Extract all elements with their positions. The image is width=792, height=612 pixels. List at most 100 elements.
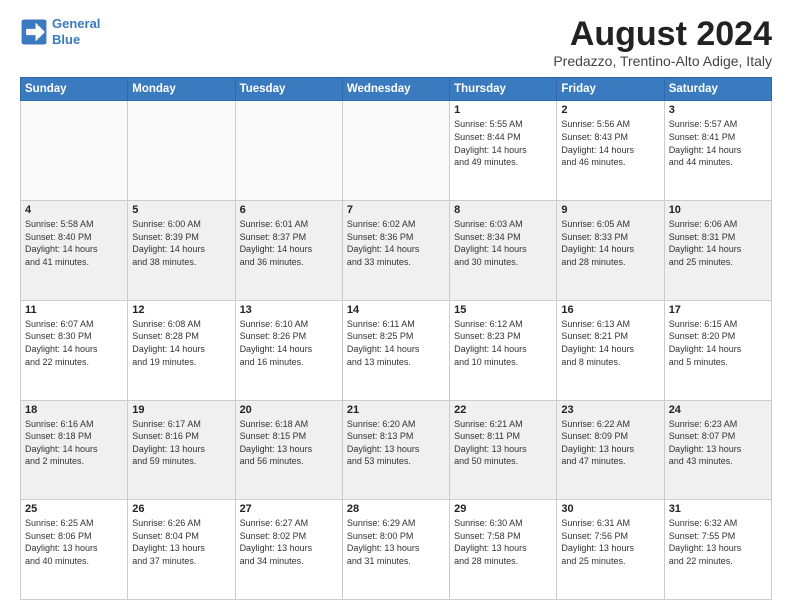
day-number: 28	[347, 503, 445, 515]
calendar-cell: 24 Sunrise: 6:23 AM Sunset: 8:07 PM Dayli…	[664, 400, 771, 500]
calendar-cell: 11 Sunrise: 6:07 AM Sunset: 8:30 PM Dayli…	[21, 300, 128, 400]
col-sunday: Sunday	[21, 78, 128, 101]
day-number: 5	[132, 204, 230, 216]
day-info: Sunrise: 6:00 AM Sunset: 8:39 PM Dayligh…	[132, 218, 230, 268]
calendar-cell: 6 Sunrise: 6:01 AM Sunset: 8:37 PM Daylig…	[235, 201, 342, 301]
day-info: Sunrise: 6:07 AM Sunset: 8:30 PM Dayligh…	[25, 318, 123, 368]
col-thursday: Thursday	[450, 78, 557, 101]
calendar-cell: 3Sunrise: 5:57 AM Sunset: 8:41 PM Daylig…	[664, 101, 771, 201]
calendar-cell: 10Sunrise: 6:06 AM Sunset: 8:31 PM Dayli…	[664, 201, 771, 301]
calendar-cell	[342, 101, 449, 201]
day-number: 25	[25, 503, 123, 515]
calendar-week-0: 1Sunrise: 5:55 AM Sunset: 8:44 PM Daylig…	[21, 101, 772, 201]
day-number: 17	[669, 304, 767, 316]
col-saturday: Saturday	[664, 78, 771, 101]
day-info: Sunrise: 6:15 AM Sunset: 8:20 PM Dayligh…	[669, 318, 767, 368]
header: General Blue August 2024 Predazzo, Trent…	[20, 16, 772, 69]
calendar-cell: 29 Sunrise: 6:30 AM Sunset: 7:58 PM Dayli…	[450, 500, 557, 600]
logo-text: General Blue	[52, 16, 100, 47]
calendar-cell: 19Sunrise: 6:17 AM Sunset: 8:16 PM Dayli…	[128, 400, 235, 500]
logo-icon	[20, 18, 48, 46]
calendar-cell: 18 Sunrise: 6:16 AM Sunset: 8:18 PM Dayli…	[21, 400, 128, 500]
calendar-cell: 13 Sunrise: 6:10 AM Sunset: 8:26 PM Dayli…	[235, 300, 342, 400]
day-number: 12	[132, 304, 230, 316]
col-tuesday: Tuesday	[235, 78, 342, 101]
calendar-cell: 8Sunrise: 6:03 AM Sunset: 8:34 PM Daylig…	[450, 201, 557, 301]
day-info: Sunrise: 6:18 AM Sunset: 8:15 PM Dayligh…	[240, 418, 338, 468]
calendar-cell: 20 Sunrise: 6:18 AM Sunset: 8:15 PM Dayli…	[235, 400, 342, 500]
day-info: Sunrise: 6:17 AM Sunset: 8:16 PM Dayligh…	[132, 418, 230, 468]
calendar-cell: 7 Sunrise: 6:02 AM Sunset: 8:36 PM Daylig…	[342, 201, 449, 301]
calendar-cell: 31 Sunrise: 6:32 AM Sunset: 7:55 PM Dayli…	[664, 500, 771, 600]
day-info: Sunrise: 6:01 AM Sunset: 8:37 PM Dayligh…	[240, 218, 338, 268]
calendar-week-2: 11 Sunrise: 6:07 AM Sunset: 8:30 PM Dayli…	[21, 300, 772, 400]
calendar-cell: 25 Sunrise: 6:25 AM Sunset: 8:06 PM Dayli…	[21, 500, 128, 600]
day-number: 24	[669, 404, 767, 416]
day-number: 30	[561, 503, 659, 515]
calendar-cell: 21Sunrise: 6:20 AM Sunset: 8:13 PM Dayli…	[342, 400, 449, 500]
day-info: Sunrise: 6:22 AM Sunset: 8:09 PM Dayligh…	[561, 418, 659, 468]
day-number: 13	[240, 304, 338, 316]
calendar-cell	[21, 101, 128, 201]
day-number: 11	[25, 304, 123, 316]
calendar-cell: 22Sunrise: 6:21 AM Sunset: 8:11 PM Dayli…	[450, 400, 557, 500]
calendar-cell: 1Sunrise: 5:55 AM Sunset: 8:44 PM Daylig…	[450, 101, 557, 201]
calendar-cell: 26Sunrise: 6:26 AM Sunset: 8:04 PM Dayli…	[128, 500, 235, 600]
day-info: Sunrise: 6:30 AM Sunset: 7:58 PM Dayligh…	[454, 517, 552, 567]
day-number: 9	[561, 204, 659, 216]
day-info: Sunrise: 6:12 AM Sunset: 8:23 PM Dayligh…	[454, 318, 552, 368]
calendar-cell: 5 Sunrise: 6:00 AM Sunset: 8:39 PM Daylig…	[128, 201, 235, 301]
day-info: Sunrise: 6:03 AM Sunset: 8:34 PM Dayligh…	[454, 218, 552, 268]
calendar-cell	[128, 101, 235, 201]
calendar-cell: 27 Sunrise: 6:27 AM Sunset: 8:02 PM Dayli…	[235, 500, 342, 600]
day-info: Sunrise: 6:23 AM Sunset: 8:07 PM Dayligh…	[669, 418, 767, 468]
day-number: 31	[669, 503, 767, 515]
logo-line1: General	[52, 16, 100, 31]
title-block: August 2024 Predazzo, Trentino-Alto Adig…	[553, 16, 772, 69]
page: General Blue August 2024 Predazzo, Trent…	[0, 0, 792, 612]
day-info: Sunrise: 6:02 AM Sunset: 8:36 PM Dayligh…	[347, 218, 445, 268]
day-info: Sunrise: 6:29 AM Sunset: 8:00 PM Dayligh…	[347, 517, 445, 567]
day-number: 16	[561, 304, 659, 316]
day-info: Sunrise: 6:08 AM Sunset: 8:28 PM Dayligh…	[132, 318, 230, 368]
day-info: Sunrise: 6:06 AM Sunset: 8:31 PM Dayligh…	[669, 218, 767, 268]
day-number: 15	[454, 304, 552, 316]
day-number: 18	[25, 404, 123, 416]
col-monday: Monday	[128, 78, 235, 101]
calendar-table: Sunday Monday Tuesday Wednesday Thursday…	[20, 77, 772, 600]
day-number: 6	[240, 204, 338, 216]
day-number: 27	[240, 503, 338, 515]
day-number: 2	[561, 104, 659, 116]
day-info: Sunrise: 5:56 AM Sunset: 8:43 PM Dayligh…	[561, 118, 659, 168]
calendar-week-4: 25 Sunrise: 6:25 AM Sunset: 8:06 PM Dayli…	[21, 500, 772, 600]
day-number: 23	[561, 404, 659, 416]
calendar-cell: 12 Sunrise: 6:08 AM Sunset: 8:28 PM Dayli…	[128, 300, 235, 400]
calendar-cell	[235, 101, 342, 201]
calendar-week-1: 4Sunrise: 5:58 AM Sunset: 8:40 PM Daylig…	[21, 201, 772, 301]
calendar-week-3: 18 Sunrise: 6:16 AM Sunset: 8:18 PM Dayli…	[21, 400, 772, 500]
day-info: Sunrise: 6:13 AM Sunset: 8:21 PM Dayligh…	[561, 318, 659, 368]
calendar-cell: 2 Sunrise: 5:56 AM Sunset: 8:43 PM Daylig…	[557, 101, 664, 201]
day-number: 1	[454, 104, 552, 116]
month-title: August 2024	[553, 16, 772, 53]
calendar-cell: 14Sunrise: 6:11 AM Sunset: 8:25 PM Dayli…	[342, 300, 449, 400]
day-info: Sunrise: 6:25 AM Sunset: 8:06 PM Dayligh…	[25, 517, 123, 567]
day-number: 7	[347, 204, 445, 216]
calendar-cell: 28 Sunrise: 6:29 AM Sunset: 8:00 PM Dayli…	[342, 500, 449, 600]
day-info: Sunrise: 6:16 AM Sunset: 8:18 PM Dayligh…	[25, 418, 123, 468]
day-info: Sunrise: 6:11 AM Sunset: 8:25 PM Dayligh…	[347, 318, 445, 368]
location-subtitle: Predazzo, Trentino-Alto Adige, Italy	[553, 53, 772, 69]
day-number: 4	[25, 204, 123, 216]
calendar-cell: 9 Sunrise: 6:05 AM Sunset: 8:33 PM Daylig…	[557, 201, 664, 301]
day-info: Sunrise: 6:27 AM Sunset: 8:02 PM Dayligh…	[240, 517, 338, 567]
day-info: Sunrise: 6:10 AM Sunset: 8:26 PM Dayligh…	[240, 318, 338, 368]
logo: General Blue	[20, 16, 100, 47]
day-number: 20	[240, 404, 338, 416]
day-number: 29	[454, 503, 552, 515]
day-info: Sunrise: 6:32 AM Sunset: 7:55 PM Dayligh…	[669, 517, 767, 567]
col-wednesday: Wednesday	[342, 78, 449, 101]
day-info: Sunrise: 6:31 AM Sunset: 7:56 PM Dayligh…	[561, 517, 659, 567]
day-info: Sunrise: 6:05 AM Sunset: 8:33 PM Dayligh…	[561, 218, 659, 268]
calendar-cell: 30 Sunrise: 6:31 AM Sunset: 7:56 PM Dayli…	[557, 500, 664, 600]
logo-line2: Blue	[52, 32, 80, 47]
